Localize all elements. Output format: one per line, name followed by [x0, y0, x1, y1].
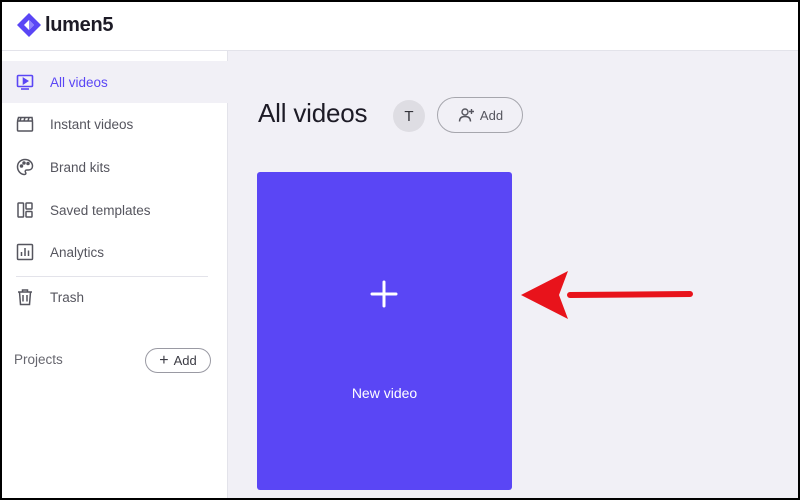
sidebar: All videos Instant videos Brand kits Sav… [2, 51, 228, 498]
new-video-label: New video [351, 385, 418, 401]
clapperboard-icon [16, 115, 34, 133]
top-bar: lumen5 [2, 2, 798, 51]
red-arrow-annotation [521, 271, 693, 319]
sidebar-item-instant-videos[interactable]: Instant videos [2, 103, 228, 145]
brand-logo[interactable]: lumen5 [16, 12, 114, 38]
sidebar-item-all-videos[interactable]: All videos [2, 61, 228, 103]
sidebar-item-label: Trash [50, 289, 85, 305]
play-screen-icon [16, 73, 34, 91]
user-avatar[interactable]: T [393, 100, 425, 132]
add-member-button[interactable]: Add [437, 97, 523, 133]
app-frame: lumen5 All videos Instant videos Brand k… [2, 2, 798, 498]
sidebar-item-analytics[interactable]: Analytics [2, 231, 228, 273]
plus-icon: + [159, 351, 169, 369]
new-video-card[interactable]: New video [257, 172, 512, 490]
add-project-button[interactable]: + Add [145, 348, 211, 373]
bar-chart-icon [16, 243, 34, 261]
add-project-label: Add [173, 353, 197, 368]
lumen5-logo-icon [17, 13, 41, 37]
sidebar-item-label: Instant videos [50, 116, 134, 132]
add-user-icon [457, 106, 475, 124]
page-title: All videos [258, 98, 368, 128]
brand-name: lumen5 [45, 13, 114, 36]
sidebar-item-label: All videos [50, 74, 108, 90]
add-member-label: Add [479, 107, 504, 123]
palette-icon [16, 158, 34, 176]
sidebar-item-label: Saved templates [50, 202, 151, 218]
projects-heading: Projects [14, 352, 63, 367]
sidebar-item-brand-kits[interactable]: Brand kits [2, 146, 228, 188]
sidebar-item-label: Analytics [50, 244, 105, 260]
sidebar-item-label: Brand kits [50, 159, 111, 175]
trash-icon [16, 288, 34, 306]
template-layout-icon [16, 201, 34, 219]
plus-icon [370, 280, 398, 308]
sidebar-item-saved-templates[interactable]: Saved templates [2, 189, 228, 231]
sidebar-item-trash[interactable]: Trash [2, 276, 228, 318]
